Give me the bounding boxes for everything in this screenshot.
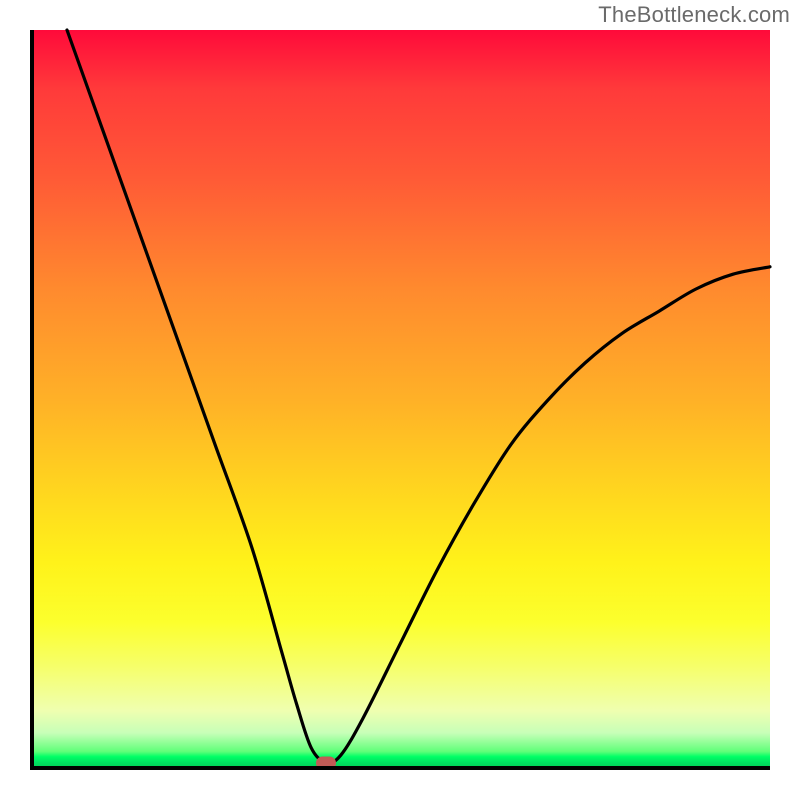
plot-area (30, 30, 770, 770)
bottleneck-curve (30, 30, 770, 770)
chart-container: TheBottleneck.com (0, 0, 800, 800)
watermark-label: TheBottleneck.com (598, 2, 790, 28)
optimal-marker (316, 756, 336, 769)
